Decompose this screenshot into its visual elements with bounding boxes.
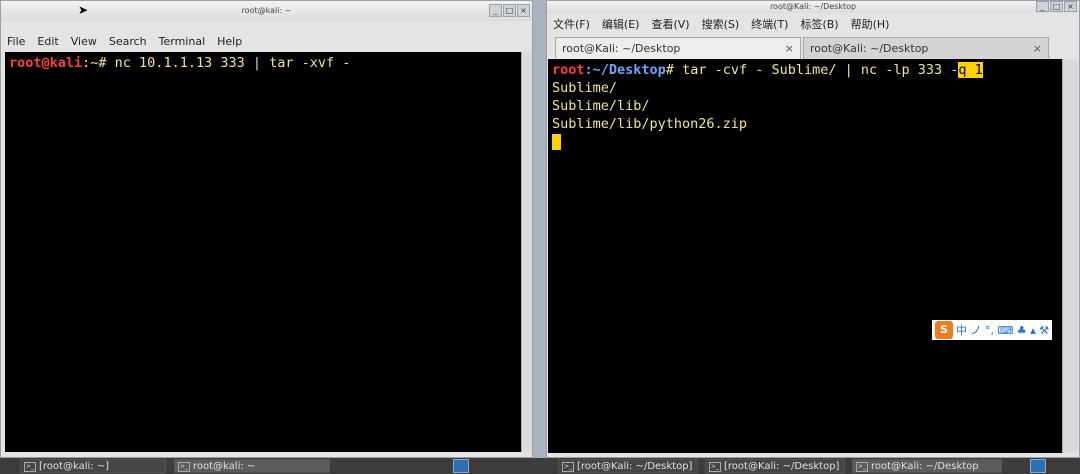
maximize-icon[interactable]: □: [503, 4, 516, 17]
terminal-icon: >_: [856, 462, 868, 472]
sogou-logo-icon[interactable]: S: [935, 321, 953, 339]
taskbar-label: root@Kali: ~/Desktop: [871, 461, 979, 472]
mouse-pointer-icon: ➤: [78, 3, 89, 17]
tab-desktop-1[interactable]: root@Kali: ~/Desktop ×: [555, 37, 801, 59]
terminal-icon: >_: [562, 462, 574, 472]
left-window-controls: _ □ ×: [489, 4, 530, 17]
right-terminal-window: root@Kali: ~/Desktop _ □ × 文件(F) 编辑(E) 查…: [546, 0, 1080, 458]
menu-terminal[interactable]: Terminal: [153, 35, 212, 48]
right-scrollbar[interactable]: [1062, 59, 1078, 453]
right-window-title: root@Kali: ~/Desktop: [769, 2, 857, 11]
taskbar-item[interactable]: >_ [root@kali: ~]: [20, 459, 166, 473]
desktop-gap: [533, 0, 546, 474]
workspace-switcher-icon[interactable]: [453, 459, 469, 473]
taskbar-item[interactable]: >_ root@kali: ~: [174, 459, 330, 473]
terminal-icon: >_: [709, 462, 721, 472]
right-menubar: 文件(F) 编辑(E) 查看(V) 搜索(S) 终端(T) 标签(B) 帮助(H…: [547, 14, 1079, 34]
terminal-icon: >_: [24, 462, 36, 472]
menu-help[interactable]: Help: [211, 35, 248, 48]
ime-toolbar[interactable]: S 中 ノ °, ⌨ ♣ ▴ ⚒: [932, 320, 1053, 340]
maximize-icon[interactable]: □: [1050, 1, 1063, 12]
tab-desktop-2[interactable]: root@Kali: ~/Desktop ×: [803, 37, 1049, 59]
output-line: Sublime/lib/: [552, 98, 650, 114]
close-icon[interactable]: ×: [1033, 38, 1042, 60]
terminal-icon: >_: [178, 462, 190, 472]
menu-edit[interactable]: Edit: [31, 35, 64, 48]
taskbar-label: [root@Kali: ~/Desktop]: [724, 461, 840, 472]
menu-tabs[interactable]: 标签(B): [794, 16, 844, 32]
workspace-switcher-icon[interactable]: [1030, 459, 1046, 473]
text-cursor: [552, 134, 561, 150]
menu-file[interactable]: 文件(F): [547, 16, 596, 32]
close-icon[interactable]: ×: [1064, 1, 1077, 12]
menu-file[interactable]: File: [1, 35, 31, 48]
terminal-tabs: root@Kali: ~/Desktop × root@Kali: ~/Desk…: [555, 37, 1049, 59]
menu-view[interactable]: View: [65, 35, 103, 48]
output-line: Sublime/lib/python26.zip: [552, 116, 748, 132]
minimize-icon[interactable]: _: [1036, 1, 1049, 12]
taskbar-item[interactable]: >_ [root@Kali: ~/Desktop]: [558, 459, 698, 473]
menu-search[interactable]: Search: [103, 35, 153, 48]
tab-label: root@Kali: ~/Desktop: [810, 42, 929, 55]
left-terminal-window: root@kali: ~ _ □ × File Edit View Search…: [0, 0, 533, 458]
right-window-controls: _ □ ×: [1036, 1, 1077, 12]
menu-help[interactable]: 帮助(H): [845, 16, 896, 32]
left-terminal-output[interactable]: root@kali:~# nc 10.1.1.13 333 | tar -xvf…: [5, 52, 521, 452]
left-window-title: root@kali: ~: [241, 6, 292, 15]
menu-edit[interactable]: 编辑(E): [596, 16, 646, 32]
minimize-icon[interactable]: _: [489, 4, 502, 17]
menu-search[interactable]: 搜索(S): [696, 16, 746, 32]
ime-status-text[interactable]: 中 ノ °, ⌨ ♣ ▴ ⚒: [956, 322, 1049, 338]
taskbar-item[interactable]: >_ root@Kali: ~/Desktop: [852, 459, 1002, 473]
prompt-separator: :~#: [82, 55, 115, 71]
prompt-user: root: [552, 62, 585, 78]
taskbar-label: [root@Kali: ~/Desktop]: [577, 461, 693, 472]
taskbar-label: root@kali: ~: [193, 461, 256, 472]
close-icon[interactable]: ×: [517, 4, 530, 17]
output-line: Sublime/: [552, 80, 618, 96]
menu-view[interactable]: 查看(V): [645, 16, 695, 32]
command-text: tar -cvf - Sublime/ | nc -lp 333 -: [682, 62, 959, 78]
menu-terminal[interactable]: 终端(T): [745, 16, 794, 32]
left-scrollbar[interactable]: [521, 52, 532, 452]
tab-label: root@Kali: ~/Desktop: [562, 42, 681, 55]
close-icon[interactable]: ×: [785, 38, 794, 60]
right-terminal-output[interactable]: root:~/Desktop# tar -cvf - Sublime/ | nc…: [548, 59, 1062, 453]
taskbar-item[interactable]: >_ [root@Kali: ~/Desktop]: [705, 459, 845, 473]
prompt-user: root@kali: [9, 55, 83, 71]
taskbar-label: [root@kali: ~]: [39, 461, 110, 472]
taskbar: >_ [root@kali: ~] >_ root@kali: ~ >_ [ro…: [0, 458, 1080, 474]
command-text: nc 10.1.1.13 333 | tar -xvf -: [114, 55, 351, 71]
left-menubar: File Edit View Search Terminal Help: [1, 31, 532, 51]
prompt-end: #: [665, 62, 683, 78]
command-highlight: q 1: [958, 62, 983, 78]
right-titlebar[interactable]: root@Kali: ~/Desktop _ □ ×: [547, 1, 1079, 13]
prompt-path: :~/Desktop: [584, 62, 666, 78]
